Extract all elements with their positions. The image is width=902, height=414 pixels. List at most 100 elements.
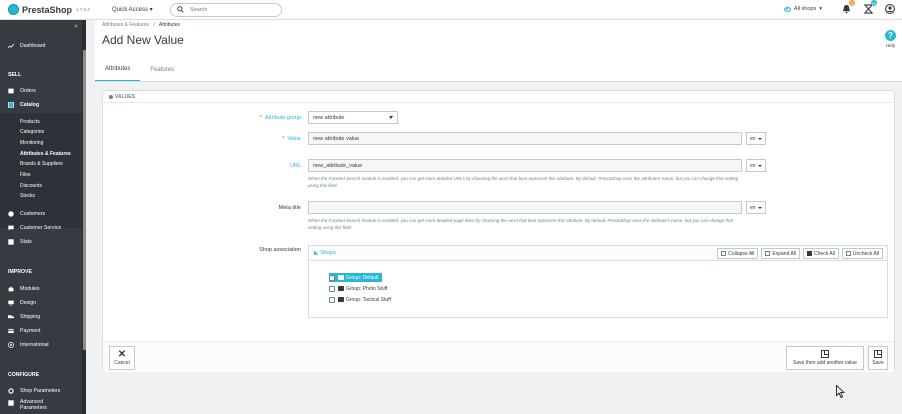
checkbox-unchecked[interactable] bbox=[329, 285, 335, 292]
sidebar-scrollbar[interactable] bbox=[82, 20, 86, 414]
version: 1.7.6.4 bbox=[76, 7, 90, 12]
tree-item-group-default[interactable]: ✓ Group: Default bbox=[329, 273, 382, 282]
tree-item-group-photo-stuff[interactable]: Group: Photo Stuff bbox=[329, 284, 387, 293]
sidebar-subitem-brands-suppliers[interactable]: Brands & Suppliers bbox=[20, 161, 63, 167]
tree-item-label: Group: Tactical Stuff bbox=[346, 296, 391, 303]
sidebar-item-advanced-parameters[interactable]: Advanced Parameters bbox=[0, 399, 86, 414]
puzzle-icon bbox=[8, 286, 14, 292]
meta-title-label: Meta title bbox=[278, 205, 301, 211]
tree-item-label: Group: Default bbox=[346, 274, 379, 281]
sidebar-item-customers[interactable]: Customers bbox=[0, 208, 86, 220]
language-code: en bbox=[750, 162, 756, 169]
collapse-all-button[interactable]: Collapse All bbox=[717, 248, 759, 259]
sidebar-item-design[interactable]: Design bbox=[0, 297, 86, 309]
uncheck-all-button[interactable]: Uncheck All bbox=[841, 248, 883, 259]
tab-features[interactable]: Features bbox=[140, 58, 184, 82]
sidebar-subitem-files[interactable]: Files bbox=[20, 172, 31, 178]
expand-icon bbox=[765, 251, 771, 256]
url-input[interactable]: new_attribute_value bbox=[308, 159, 742, 172]
sidebar-item-label: Stats bbox=[20, 239, 32, 245]
sidebar-item-label: Modules bbox=[20, 286, 40, 292]
top-right-controls: All shops ▾ 1 10 bbox=[783, 0, 896, 15]
sidebar-subitem-discounts[interactable]: Discounts bbox=[20, 183, 42, 189]
sidebar-item-dashboard[interactable]: Dashboard bbox=[0, 40, 86, 52]
sidebar-item-stats[interactable]: Stats bbox=[0, 236, 86, 248]
language-code: en bbox=[750, 204, 756, 211]
sidebar: « Dashboard SELL Orders Catalog Products… bbox=[0, 20, 86, 414]
section-improve: IMPROVE bbox=[8, 269, 32, 275]
orders-notification-button[interactable]: 1 bbox=[840, 0, 855, 15]
tree-item-group-tactical-stuff[interactable]: Group: Tactical Stuff bbox=[329, 295, 391, 304]
inbox-icon bbox=[8, 88, 14, 94]
eye-icon bbox=[783, 6, 791, 12]
checkbox-checked[interactable]: ✓ bbox=[329, 274, 335, 281]
help-button[interactable]: ? Help bbox=[885, 30, 896, 48]
sidebar-item-label: Customer Service bbox=[20, 225, 62, 231]
save-and-add-button[interactable]: Save then add another value bbox=[786, 346, 864, 370]
sidebar-item-label: Shop Parameters bbox=[20, 388, 61, 394]
parameters-label: Parameters bbox=[20, 405, 47, 411]
checkbox-unchecked[interactable] bbox=[329, 296, 335, 303]
panel-heading: VALUES bbox=[103, 91, 894, 103]
check-all-button[interactable]: Check All bbox=[803, 248, 839, 259]
search-box[interactable] bbox=[170, 2, 282, 17]
save-label: Save bbox=[872, 360, 884, 366]
expand-all-button[interactable]: Expand All bbox=[761, 248, 801, 259]
tab-attributes[interactable]: Attributes bbox=[95, 58, 141, 82]
cancel-label: Cancel bbox=[114, 360, 130, 366]
quick-access-menu[interactable]: Quick Access ▾ bbox=[112, 6, 162, 13]
sidebar-subitem-stocks[interactable]: Stocks bbox=[20, 193, 35, 199]
breadcrumb-attributes[interactable]: Attributes bbox=[159, 22, 180, 28]
trending-up-icon bbox=[8, 43, 14, 49]
value-input[interactable]: new attribute value bbox=[308, 132, 742, 145]
sidebar-item-catalog[interactable]: Catalog bbox=[0, 99, 86, 111]
customers-notification-button[interactable]: 10 bbox=[862, 0, 877, 15]
sidebar-item-label: Dashboard bbox=[20, 43, 46, 49]
chevron-down-icon bbox=[758, 207, 762, 209]
desktop-icon bbox=[8, 300, 14, 306]
save-button[interactable]: Save bbox=[868, 346, 888, 370]
page-title: Add New Value bbox=[102, 33, 184, 47]
cancel-button[interactable]: ✕ Cancel bbox=[109, 346, 135, 370]
sidebar-subitem-categories[interactable]: Categories bbox=[20, 129, 44, 135]
check-all-label: Check All bbox=[814, 250, 835, 257]
sidebar-item-modules[interactable]: Modules bbox=[0, 283, 86, 295]
sidebar-scrollbar-thumb[interactable] bbox=[82, 50, 86, 350]
sidebar-item-payment[interactable]: Payment bbox=[0, 325, 86, 337]
breadcrumb: Attributes & Features / Attributes bbox=[102, 22, 180, 28]
value-language-select[interactable]: en bbox=[746, 132, 766, 145]
logo[interactable]: PrestaShop 1.7.6.4 bbox=[8, 4, 100, 15]
floppy-icon bbox=[821, 350, 829, 358]
sidebar-item-label: Customers bbox=[20, 211, 46, 217]
sidebar-subitem-products[interactable]: Products bbox=[20, 119, 40, 125]
attribute-group-label: * Attribute group bbox=[201, 115, 301, 121]
sidebar-item-customer-service[interactable]: Customer Service bbox=[0, 222, 86, 234]
collapse-sidebar-icon[interactable]: « bbox=[74, 23, 78, 30]
url-language-select[interactable]: en bbox=[746, 159, 766, 172]
values-panel: VALUES * Attribute group new attribute * V… bbox=[102, 90, 895, 372]
sidebar-item-international[interactable]: International bbox=[0, 339, 86, 351]
save-and-add-label: Save then add another value bbox=[793, 360, 857, 366]
sidebar-item-orders[interactable]: Orders bbox=[0, 85, 86, 97]
credit-card-icon bbox=[8, 328, 14, 334]
value-label: * Value bbox=[201, 136, 301, 142]
sidebar-subitem-monitoring[interactable]: Monitoring bbox=[20, 140, 43, 146]
info-icon bbox=[109, 94, 113, 99]
sidebar-item-shipping[interactable]: Shipping bbox=[0, 311, 86, 323]
tree-root[interactable]: ◣ Shops bbox=[314, 250, 336, 256]
account-button[interactable] bbox=[884, 3, 896, 15]
collapse-icon bbox=[721, 251, 727, 256]
search-input[interactable] bbox=[190, 6, 270, 13]
brand-name: PrestaShop bbox=[22, 4, 73, 15]
sidebar-item-shop-parameters[interactable]: Shop Parameters bbox=[0, 385, 86, 397]
all-shops-selector[interactable]: All shops ▾ bbox=[783, 6, 822, 12]
attribute-group-select[interactable]: new attribute bbox=[308, 111, 398, 124]
meta-title-input[interactable] bbox=[308, 201, 742, 214]
header-divider bbox=[95, 81, 902, 82]
breadcrumb-attributes-features[interactable]: Attributes & Features bbox=[102, 22, 149, 28]
chat-icon bbox=[8, 225, 14, 231]
language-code: en bbox=[750, 135, 756, 142]
sidebar-subitem-attributes-features[interactable]: Attributes & Features bbox=[20, 151, 71, 157]
meta-title-language-select[interactable]: en bbox=[746, 201, 766, 214]
url-help-text: When the Faceted Search module is enable… bbox=[308, 176, 739, 188]
